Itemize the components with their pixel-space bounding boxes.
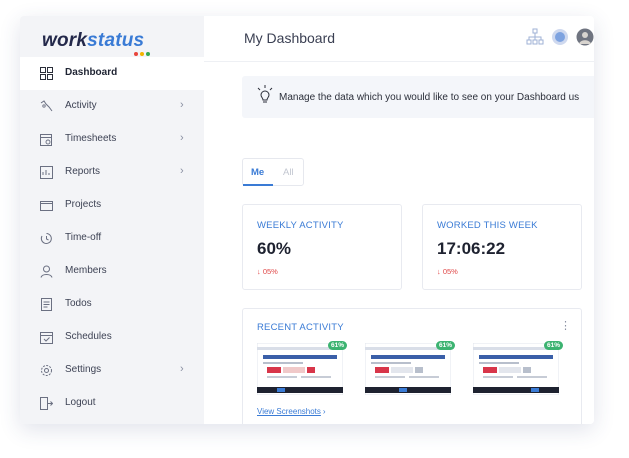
logout-icon [40,397,53,410]
banner-text: Manage the data which you would like to … [279,92,580,103]
chevron-right-icon: › [180,165,184,177]
sidebar-item-label: Todos [65,298,92,309]
calendar-icon [40,332,53,344]
scope-toggle: Me All [242,158,304,186]
logo-dot-yellow [140,52,144,56]
folder-icon [40,201,53,211]
toggle-underline [243,184,273,186]
sidebar-item-label: Activity [65,100,97,111]
lightbulb-icon [257,85,273,103]
chevron-right-icon: › [180,363,184,375]
screenshot-thumbnail[interactable]: 61% [472,341,563,396]
sidebar-item-todos[interactable]: Todos [20,288,204,321]
worked-this-week-card[interactable]: WORKED THIS WEEK 17:06:22 ↓ 05% [422,204,582,290]
grid-icon [40,67,53,80]
activity-badge: 61% [435,341,455,350]
screenshot-image [364,342,452,396]
chevron-right-icon: › [322,407,326,416]
toggle-all[interactable]: All [283,167,294,178]
activity-badge: 61% [327,341,347,350]
screenshot-image [256,342,344,396]
screenshot-thumbnail[interactable]: 61% [256,341,347,396]
logo-dots [134,43,154,56]
card-title: RECENT ACTIVITY [257,322,344,333]
top-bar: My Dashboard [204,16,594,62]
sidebar-item-settings[interactable]: Settings › [20,354,204,387]
page-title: My Dashboard [244,30,336,46]
logo-dot-green [146,52,150,56]
card-title: WORKED THIS WEEK [437,220,538,231]
view-screenshots-label: View Screenshots [257,407,321,416]
avatar[interactable] [576,28,594,46]
sidebar-item-time-off[interactable]: Time-off [20,222,204,255]
sidebar-item-label: Logout [65,397,96,408]
sidebar: workstatus ‹‹ Dashboard Activity › Times… [20,16,204,424]
chevron-right-icon: › [180,132,184,144]
sidebar-item-label: Settings [65,364,102,375]
sidebar-item-timesheets[interactable]: Timesheets › [20,123,204,156]
app-window: workstatus ‹‹ Dashboard Activity › Times… [20,16,594,424]
card-value: 60% [257,239,292,258]
timesheet-icon [40,134,52,146]
sidebar-item-reports[interactable]: Reports › [20,156,204,189]
sidebar-item-label: Timesheets [65,133,117,144]
sidebar-item-label: Members [65,265,107,276]
todo-icon [41,298,52,311]
card-delta: ↓ 05% [257,267,278,276]
screenshot-thumbnail[interactable]: 61% [364,341,455,396]
more-options-icon[interactable]: ⋮ [560,319,571,332]
activity-badge: 61% [543,341,563,350]
sidebar-item-activity[interactable]: Activity › [20,90,204,123]
recent-activity-card: RECENT ACTIVITY ⋮ 61% 61% 61% View Scree… [242,308,582,424]
status-circle-icon[interactable] [551,28,569,46]
logo[interactable]: workstatus [42,30,144,52]
org-chart-icon[interactable] [526,28,544,46]
card-title: WEEKLY ACTIVITY [257,220,344,231]
chevron-right-icon: › [180,99,184,111]
toggle-me[interactable]: Me [251,167,264,178]
dashboard-settings-banner[interactable]: Manage the data which you would like to … [242,76,594,118]
user-icon [40,265,53,278]
sidebar-item-label: Time-off [65,232,102,243]
report-icon [40,166,53,179]
sidebar-item-label: Schedules [65,331,112,342]
gear-icon [41,365,52,376]
sidebar-item-schedules[interactable]: Schedules [20,321,204,354]
screenshot-image [472,342,560,396]
sidebar-item-label: Projects [65,199,102,210]
sidebar-item-projects[interactable]: Projects [20,189,204,222]
logo-dot-red [134,52,138,56]
sidebar-item-members[interactable]: Members [20,255,204,288]
card-delta: ↓ 05% [437,267,458,276]
sidebar-item-logout[interactable]: Logout [20,387,204,420]
sidebar-item-dashboard[interactable]: Dashboard [20,57,204,90]
activity-icon [40,100,53,112]
time-off-icon [40,233,52,244]
sidebar-item-label: Reports [65,166,101,177]
card-value: 17:06:22 [437,239,506,258]
weekly-activity-card[interactable]: WEEKLY ACTIVITY 60% ↓ 05% [242,204,402,290]
sidebar-item-label: Dashboard [65,67,118,78]
view-screenshots-link[interactable]: View Screenshots › [257,407,326,416]
main-content: Manage the data which you would like to … [204,62,594,424]
